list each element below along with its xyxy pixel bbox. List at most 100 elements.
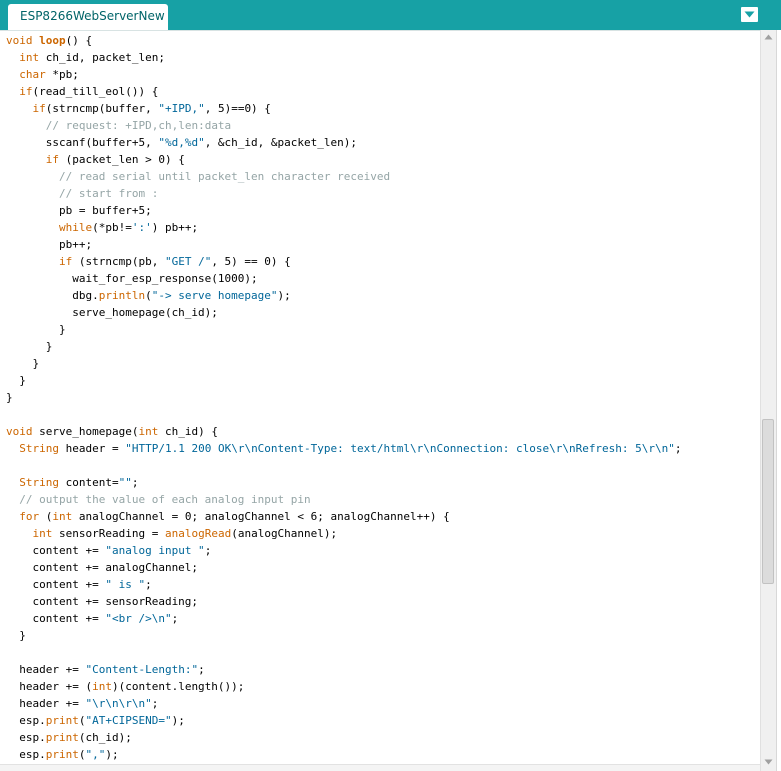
- code-line: esp.print("AT+CIPSEND=");: [6, 712, 682, 729]
- code-token: esp.: [6, 748, 46, 761]
- code-token: ':': [131, 221, 152, 234]
- code-editor[interactable]: void loop() { int ch_id, packet_len; cha…: [0, 30, 760, 771]
- code-token: header +=: [6, 663, 86, 676]
- code-token: ;: [204, 544, 212, 557]
- code-token: }: [6, 340, 53, 353]
- code-token: ;: [171, 612, 179, 625]
- code-token: "AT+CIPSEND=": [85, 714, 172, 727]
- code-token: content +=: [6, 578, 106, 591]
- code-token: (strncmp(buffer,: [45, 102, 159, 115]
- code-token: (: [78, 714, 86, 727]
- code-token: }: [6, 629, 26, 642]
- code-token: int: [52, 510, 73, 523]
- code-line: header += "Content-Length:";: [6, 661, 682, 678]
- triangle-down-icon: [744, 11, 755, 18]
- code-token: if: [58, 255, 73, 268]
- code-token: ;: [145, 578, 152, 591]
- code-token: "": [118, 476, 132, 489]
- code-line: if(strncmp(buffer, "+IPD,", 5)==0) {: [6, 100, 682, 117]
- code-token: "GET /": [164, 255, 212, 268]
- code-token: void: [6, 425, 33, 438]
- code-token: int: [19, 51, 40, 64]
- code-token: int: [92, 680, 112, 693]
- code-token: void: [6, 34, 33, 47]
- tab-menu-button[interactable]: [741, 7, 758, 22]
- code-line: if (strncmp(pb, "GET /", 5) == 0) {: [6, 253, 682, 270]
- code-text[interactable]: void loop() { int ch_id, packet_len; cha…: [6, 32, 682, 763]
- code-token: "+IPD,": [158, 102, 205, 115]
- code-token: pb++;: [6, 238, 93, 251]
- code-token: "<br />\n": [105, 612, 172, 625]
- code-token: for: [19, 510, 40, 523]
- code-token: , 5)==0) {: [204, 102, 271, 115]
- scroll-down-button[interactable]: [761, 755, 776, 771]
- code-line: pb = buffer+5;: [6, 202, 682, 219]
- code-token: (: [78, 748, 86, 761]
- code-line: esp.print(",");: [6, 746, 682, 763]
- code-line: int ch_id, packet_len;: [6, 49, 682, 66]
- code-token: (packet_len > 0) {: [59, 153, 185, 166]
- code-token: );: [171, 714, 185, 727]
- code-token: (*pb!=: [92, 221, 132, 234]
- code-token: ",": [85, 748, 106, 761]
- arrow-up-icon: [764, 34, 773, 40]
- code-token: , &ch_id, &packet_len);: [204, 136, 358, 149]
- code-line: content += "<br />\n";: [6, 610, 682, 627]
- tab-esp8266webservernew[interactable]: ESP8266WebServerNew: [8, 4, 168, 30]
- code-token: "Content-Length:": [85, 663, 199, 676]
- tab-label: ESP8266WebServerNew: [20, 9, 165, 23]
- code-line: // read serial until packet_len characte…: [6, 168, 682, 185]
- code-token: }: [6, 374, 26, 387]
- code-token: header +=: [6, 697, 86, 710]
- code-token: header =: [59, 442, 126, 455]
- code-token: ) pb++;: [151, 221, 199, 234]
- code-token: content=: [59, 476, 119, 489]
- code-token: pb = buffer+5;: [6, 204, 152, 217]
- code-line: if (packet_len > 0) {: [6, 151, 682, 168]
- vertical-scrollbar[interactable]: [760, 30, 776, 771]
- code-line: wait_for_esp_response(1000);: [6, 270, 682, 287]
- code-token: analogChannel = 0; analogChannel < 6; an…: [72, 510, 450, 523]
- code-line: serve_homepage(ch_id);: [6, 304, 682, 321]
- code-token: sensorReading =: [52, 527, 165, 540]
- code-line: dbg.println("-> serve homepage");: [6, 287, 682, 304]
- scroll-thumb[interactable]: [762, 419, 774, 584]
- code-line: // output the value of each analog input…: [6, 491, 682, 508]
- code-token: esp.: [6, 731, 46, 744]
- code-token: print: [45, 731, 79, 744]
- code-token: content += sensorReading;: [6, 595, 199, 608]
- code-token: ;: [151, 697, 159, 710]
- code-token: serve_homepage(: [32, 425, 139, 438]
- horizontal-scrollbar[interactable]: [0, 764, 760, 771]
- code-token: // read serial until packet_len characte…: [58, 170, 391, 183]
- code-line: String content="";: [6, 474, 682, 491]
- code-line: pb++;: [6, 236, 682, 253]
- code-token: if: [32, 102, 46, 115]
- code-line: }: [6, 389, 682, 406]
- code-token: String: [19, 442, 59, 455]
- tab-bar: ESP8266WebServerNew: [0, 0, 781, 30]
- code-token: int: [32, 527, 53, 540]
- code-token: analogRead: [164, 527, 232, 540]
- scroll-track[interactable]: [761, 46, 776, 755]
- scroll-up-button[interactable]: [761, 30, 776, 46]
- code-line: }: [6, 627, 682, 644]
- code-line: header += (int)(content.length());: [6, 678, 682, 695]
- code-token: header += (: [6, 680, 93, 693]
- code-token: // output the value of each analog input…: [19, 493, 311, 506]
- code-token: int: [138, 425, 159, 438]
- code-token: () {: [65, 34, 93, 47]
- code-line: content += " is ";: [6, 576, 682, 593]
- code-line: content += analogChannel;: [6, 559, 682, 576]
